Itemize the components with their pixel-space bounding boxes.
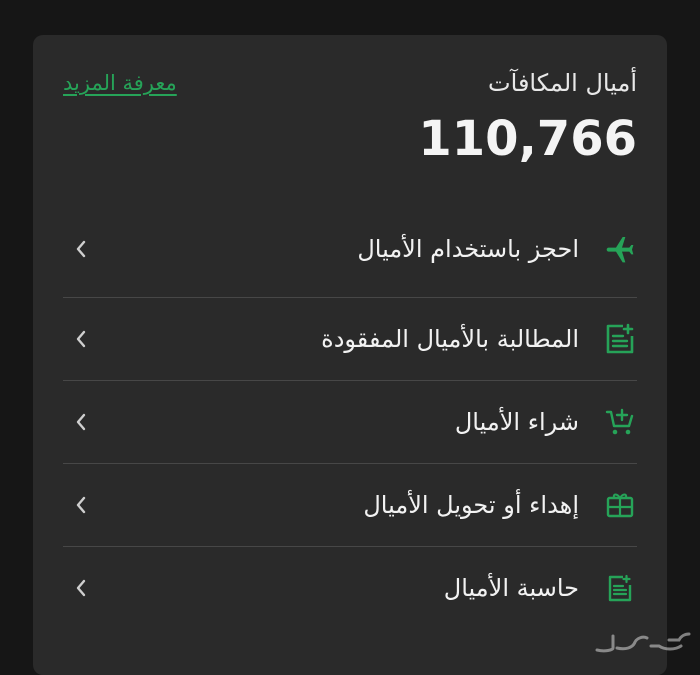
document-plus-icon [603, 322, 637, 356]
cart-plus-icon [603, 405, 637, 439]
gift-card-icon [603, 488, 637, 522]
menu-item-label: إهداء أو تحويل الأميال [363, 491, 579, 519]
menu-item-label: حاسبة الأميال [443, 574, 579, 602]
calculator-icon [603, 571, 637, 605]
miles-balance: 110,766 [418, 111, 637, 167]
menu-item-label: المطالبة بالأميال المفقودة [321, 325, 579, 353]
haraj-logo-icon [595, 632, 691, 653]
miles-menu: احجز باستخدام الأميال المطالبة بالأميال … [63, 215, 637, 629]
menu-item-buy-miles[interactable]: شراء الأميال [63, 381, 637, 464]
menu-item-label: احجز باستخدام الأميال [357, 235, 579, 263]
menu-item-miles-calculator[interactable]: حاسبة الأميال [63, 547, 637, 629]
menu-item-gift-transfer-miles[interactable]: إهداء أو تحويل الأميال [63, 464, 637, 547]
menu-item-label: شراء الأميال [454, 408, 579, 436]
chevron-left-icon [76, 496, 86, 514]
chevron-left-icon [76, 579, 86, 597]
menu-item-claim-missing-miles[interactable]: المطالبة بالأميال المفقودة [63, 298, 637, 381]
rewards-header: أميال المكافآت 110,766 معرفة المزيد [63, 65, 637, 175]
chevron-left-icon [76, 240, 86, 258]
rewards-card: أميال المكافآت 110,766 معرفة المزيد احجز… [33, 35, 667, 675]
rewards-title: أميال المكافآت [488, 69, 637, 97]
chevron-left-icon [76, 413, 86, 431]
airplane-icon [603, 232, 637, 266]
learn-more-link[interactable]: معرفة المزيد [63, 71, 177, 95]
chevron-left-icon [76, 330, 86, 348]
menu-item-book-with-miles[interactable]: احجز باستخدام الأميال [63, 201, 637, 298]
